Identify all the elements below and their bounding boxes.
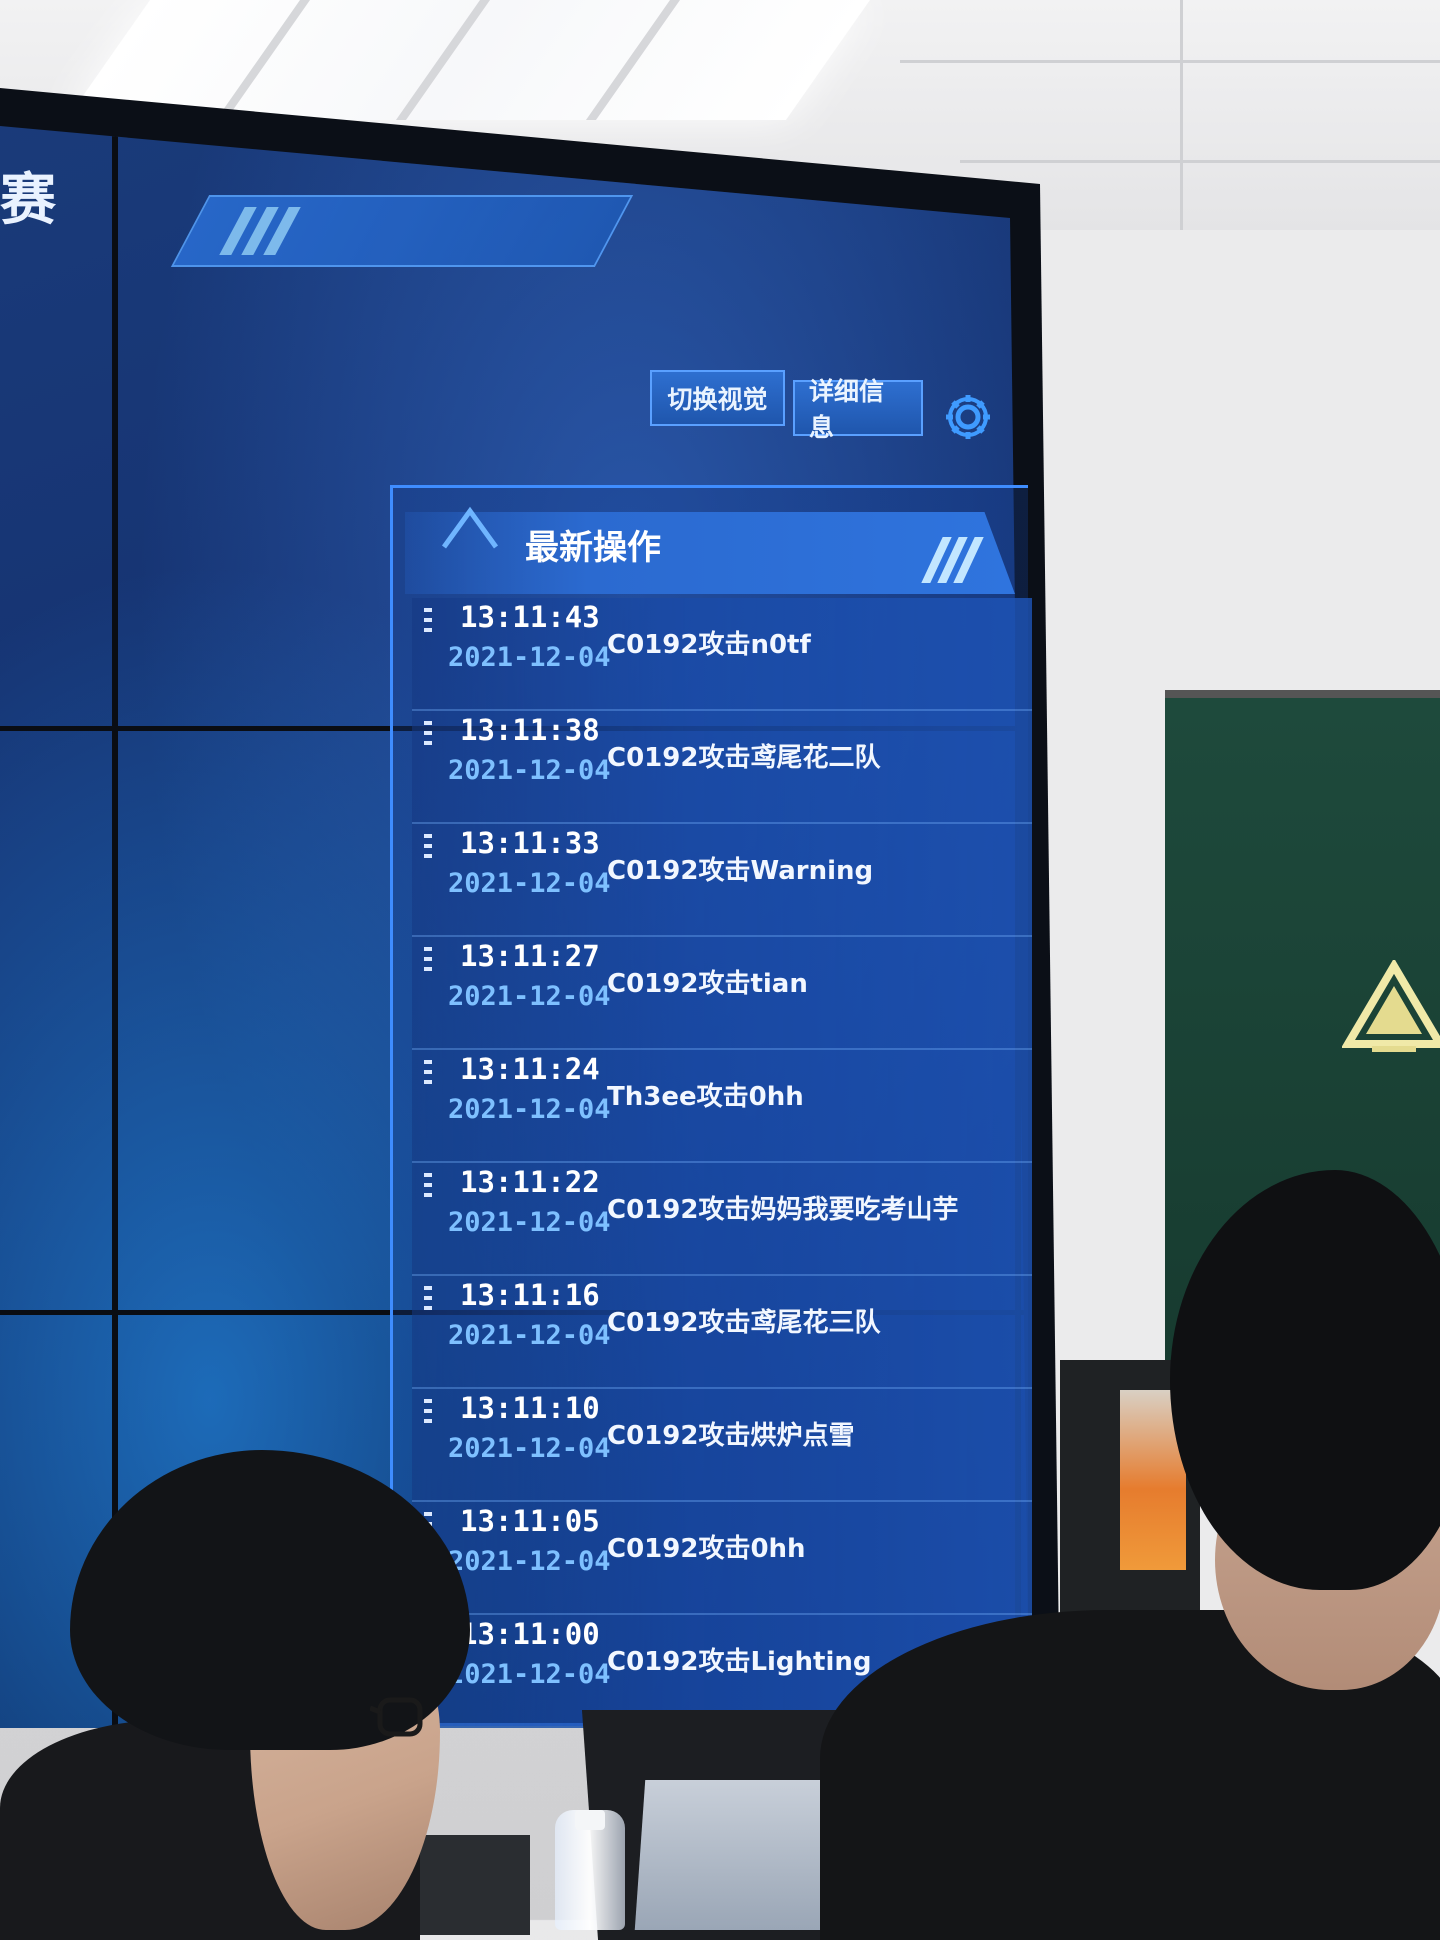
operation-row: 13:11:38 2021-12-04 C0192攻击鸢尾花二队 xyxy=(412,711,1032,824)
operation-row: 13:11:27 2021-12-04 C0192攻击tian xyxy=(412,937,1032,1050)
operation-time: 13:11:33 xyxy=(460,826,600,860)
menu-dots-icon xyxy=(424,947,432,971)
operation-row: 13:11:16 2021-12-04 C0192攻击鸢尾花三队 xyxy=(412,1276,1032,1389)
operation-date: 2021-12-04 xyxy=(448,1659,611,1690)
switch-view-button[interactable]: 切换视觉 xyxy=(650,370,785,426)
operation-time: 13:11:27 xyxy=(460,939,600,973)
operation-date: 2021-12-04 xyxy=(448,981,611,1012)
operation-description: C0192攻击0hh xyxy=(607,1534,806,1564)
ceiling-light xyxy=(65,0,870,120)
operation-time: 13:11:16 xyxy=(460,1278,600,1312)
bezel xyxy=(112,128,118,1728)
bottle-cap xyxy=(575,1810,605,1830)
operation-time: 13:11:24 xyxy=(460,1052,600,1086)
operation-time: 13:11:05 xyxy=(460,1504,600,1538)
operation-date: 2021-12-04 xyxy=(448,755,611,786)
operation-description: Th3ee攻击0hh xyxy=(607,1082,804,1112)
operation-time: 13:11:22 xyxy=(460,1165,600,1199)
operation-description: C0192攻击tian xyxy=(607,969,808,999)
operation-row: 13:11:24 2021-12-04 Th3ee攻击0hh xyxy=(412,1050,1032,1163)
menu-dots-icon xyxy=(424,721,432,745)
operation-date: 2021-12-04 xyxy=(448,1320,611,1351)
gear-icon[interactable] xyxy=(942,388,994,446)
operation-row: 13:11:10 2021-12-04 C0192攻击烘炉点雪 xyxy=(412,1389,1032,1502)
operation-time: 13:11:38 xyxy=(460,713,600,747)
details-button[interactable]: 详细信息 xyxy=(793,377,923,442)
operation-row: 13:11:43 2021-12-04 C0192攻击n0tf xyxy=(412,598,1032,711)
operation-description: C0192攻击n0tf xyxy=(607,630,811,660)
operation-row: 13:11:22 2021-12-04 C0192攻击妈妈我要吃考山芋 xyxy=(412,1163,1032,1276)
glasses xyxy=(370,1697,423,1737)
operation-description: C0192攻击鸢尾花三队 xyxy=(607,1308,881,1338)
caret-up-icon xyxy=(441,506,499,549)
operation-description: C0192攻击Warning xyxy=(607,856,874,886)
operation-description: C0192攻击鸢尾花二队 xyxy=(607,743,881,773)
operation-date: 2021-12-04 xyxy=(448,1094,611,1125)
menu-dots-icon xyxy=(424,608,432,632)
screen-title-fragment: 赛 xyxy=(0,168,56,233)
hud-decoration-bar xyxy=(170,195,634,267)
operation-description: C0192攻击妈妈我要吃考山芋 xyxy=(607,1195,959,1225)
operation-date: 2021-12-04 xyxy=(448,1433,611,1464)
operation-date: 2021-12-04 xyxy=(448,1546,611,1577)
operation-description: C0192攻击烘炉点雪 xyxy=(607,1421,855,1451)
operation-date: 2021-12-04 xyxy=(448,1207,611,1238)
operation-description: C0192攻击Lighting xyxy=(607,1647,872,1677)
triangle-logo-icon xyxy=(1342,960,1440,1052)
ceiling-tile-line xyxy=(1180,0,1183,250)
operation-time: 13:11:00 xyxy=(460,1617,600,1651)
menu-dots-icon xyxy=(424,1060,432,1084)
menu-dots-icon xyxy=(424,1173,432,1197)
operations-list: 13:11:43 2021-12-04 C0192攻击n0tf 13:11:38 202… xyxy=(412,598,1032,1728)
operation-row: 13:11:33 2021-12-04 C0192攻击Warning xyxy=(412,824,1032,937)
operation-date: 2021-12-04 xyxy=(448,642,611,673)
operation-time: 13:11:10 xyxy=(460,1391,600,1425)
menu-dots-icon xyxy=(424,834,432,858)
operation-row: 13:11:05 2021-12-04 C0192攻击0hh xyxy=(412,1502,1032,1615)
operation-time: 13:11:43 xyxy=(460,600,600,634)
ceiling-tile-line xyxy=(960,160,1440,163)
operation-date: 2021-12-04 xyxy=(448,868,611,899)
menu-dots-icon xyxy=(424,1286,432,1310)
panel-title: 最新操作 xyxy=(525,528,661,568)
ceiling-tile-line xyxy=(900,60,1440,63)
menu-dots-icon xyxy=(424,1399,432,1423)
